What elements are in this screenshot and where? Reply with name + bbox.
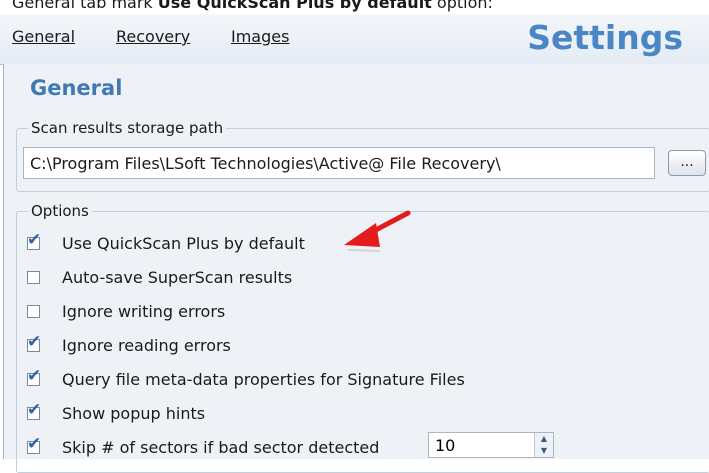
option-label: Auto-save SuperScan results	[62, 267, 293, 287]
checkmark-icon: ✔	[27, 399, 42, 420]
checkbox-checked[interactable]: ✔	[27, 435, 41, 454]
spin-down-icon[interactable]: ▼	[535, 445, 553, 457]
checkmark-icon: ✔	[27, 229, 42, 250]
settings-header: General Recovery Images Settings	[0, 14, 709, 65]
caption-suffix: option:	[431, 0, 493, 12]
checkbox-unchecked[interactable]	[27, 304, 40, 318]
checkbox-checked[interactable]: ✔	[27, 333, 41, 352]
checkmark-icon: ✔	[27, 331, 42, 352]
option-use-quickscan-plus[interactable]: ✔ Use QuickScan Plus by default	[27, 231, 305, 255]
option-label: Use QuickScan Plus by default	[62, 233, 305, 253]
option-show-popup-hints[interactable]: ✔ Show popup hints	[27, 401, 205, 425]
checkbox-checked[interactable]: ✔	[27, 367, 41, 386]
options-group-title: Options	[28, 202, 92, 220]
browse-button[interactable]: ...	[668, 150, 706, 176]
spinner-buttons: ▲ ▼	[534, 433, 553, 457]
tab-recovery[interactable]: Recovery	[116, 27, 190, 46]
caption-option-name: Use QuickScan Plus by default	[157, 0, 432, 12]
option-ignore-writing-errors[interactable]: Ignore writing errors	[27, 299, 225, 323]
tab-images[interactable]: Images	[231, 27, 289, 46]
skip-sectors-spinner: ▲ ▼	[428, 432, 554, 458]
option-ignore-reading-errors[interactable]: ✔ Ignore reading errors	[27, 333, 231, 357]
option-label: Skip # of sectors if bad sector detected	[62, 437, 380, 457]
section-title-general: General	[30, 76, 123, 100]
option-skip-bad-sectors[interactable]: ✔ Skip # of sectors if bad sector detect…	[27, 435, 379, 459]
checkbox-checked[interactable]: ✔	[27, 401, 41, 420]
option-label: Ignore writing errors	[62, 301, 226, 321]
storage-path-input[interactable]	[23, 147, 655, 179]
option-label: Ignore reading errors	[62, 335, 231, 355]
storage-path-group-title: Scan results storage path	[28, 119, 227, 137]
instruction-caption: General tab mark Use QuickScan Plus by d…	[12, 0, 493, 13]
option-query-meta-data[interactable]: ✔ Query file meta-data properties for Si…	[27, 367, 465, 391]
checkbox-checked[interactable]: ✔	[27, 231, 41, 250]
option-auto-save-superscan[interactable]: Auto-save SuperScan results	[27, 265, 292, 289]
option-label: Query file meta-data properties for Sign…	[62, 369, 465, 389]
spin-up-icon[interactable]: ▲	[535, 433, 553, 445]
checkbox-unchecked[interactable]	[27, 270, 40, 284]
checkmark-icon: ✔	[27, 365, 42, 386]
checkmark-icon: ✔	[27, 433, 42, 454]
caption-prefix: General tab mark	[12, 0, 158, 12]
option-label: Show popup hints	[62, 403, 206, 423]
tab-general[interactable]: General	[12, 27, 75, 46]
settings-title: Settings	[527, 18, 683, 57]
red-arrow-icon	[344, 210, 411, 252]
